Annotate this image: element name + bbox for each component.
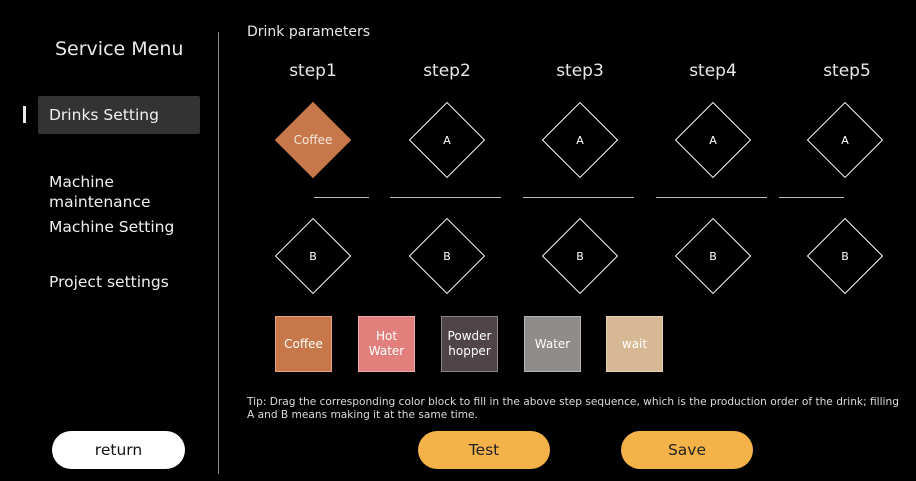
block-label: Water [534, 336, 571, 351]
slot-label: A [576, 133, 584, 147]
step1-slot-b[interactable]: B [274, 217, 352, 295]
step-label-1: step1 [289, 61, 337, 81]
slot-label: B [841, 249, 849, 263]
color-block-coffee[interactable]: Coffee [275, 316, 332, 372]
return-button[interactable]: return [52, 431, 185, 469]
sidebar-item-project-settings[interactable]: Project settings [38, 272, 200, 292]
step2-slot-a[interactable]: A [408, 101, 486, 179]
block-label: Coffee [284, 336, 323, 351]
sidebar-divider [218, 32, 219, 474]
slot-label: A [443, 133, 451, 147]
block-label: Powder hopper [447, 329, 492, 358]
slot-label: B [709, 249, 717, 263]
save-button[interactable]: Save [621, 431, 753, 469]
menu-title: Service Menu [55, 38, 184, 60]
step4-slot-b[interactable]: B [674, 217, 752, 295]
step-separator [390, 197, 501, 198]
sidebar-item-drinks-setting[interactable]: Drinks Setting [38, 96, 200, 134]
active-indicator [23, 106, 26, 123]
color-block-water[interactable]: Water [524, 316, 581, 372]
tip-text: Tip: Drag the corresponding color block … [247, 396, 899, 421]
color-block-hot-water[interactable]: Hot Water [358, 316, 415, 372]
sidebar-item-label: Machine maintenance [49, 173, 151, 211]
step-label-3: step3 [556, 61, 604, 81]
step1-slot-a[interactable]: Coffee [274, 101, 352, 179]
step-separator [656, 197, 767, 198]
step-label-5: step5 [823, 61, 871, 81]
step5-slot-a[interactable]: A [806, 101, 884, 179]
slot-label: A [709, 133, 717, 147]
step-separator [523, 197, 634, 198]
service-menu-screen: Service Menu Drinks Setting Machine main… [0, 0, 916, 481]
slot-label: B [309, 249, 317, 263]
block-label: wait [621, 336, 648, 351]
step3-slot-a[interactable]: A [541, 101, 619, 179]
step2-slot-b[interactable]: B [408, 217, 486, 295]
step-label-2: step2 [423, 61, 471, 81]
step3-slot-b[interactable]: B [541, 217, 619, 295]
color-block-powder-hopper[interactable]: Powder hopper [441, 316, 498, 372]
sidebar-item-machine-maintenance[interactable]: Machine maintenance [38, 152, 200, 212]
step4-slot-a[interactable]: A [674, 101, 752, 179]
slot-label: B [576, 249, 584, 263]
step-label-4: step4 [689, 61, 737, 81]
section-title: Drink parameters [247, 24, 371, 40]
sidebar-item-label: Machine Setting [49, 218, 175, 236]
step-separator [314, 197, 369, 198]
slot-label: Coffee [293, 133, 333, 147]
step5-slot-b[interactable]: B [806, 217, 884, 295]
color-block-wait[interactable]: wait [606, 316, 663, 372]
sidebar-item-label: Drinks Setting [49, 106, 159, 124]
sidebar-item-label: Project settings [49, 273, 169, 291]
test-button[interactable]: Test [418, 431, 550, 469]
block-label: Hot Water [368, 329, 405, 358]
slot-label: B [443, 249, 451, 263]
slot-label: A [841, 133, 849, 147]
step-separator [779, 197, 844, 198]
sidebar-item-machine-setting[interactable]: Machine Setting [38, 217, 200, 237]
